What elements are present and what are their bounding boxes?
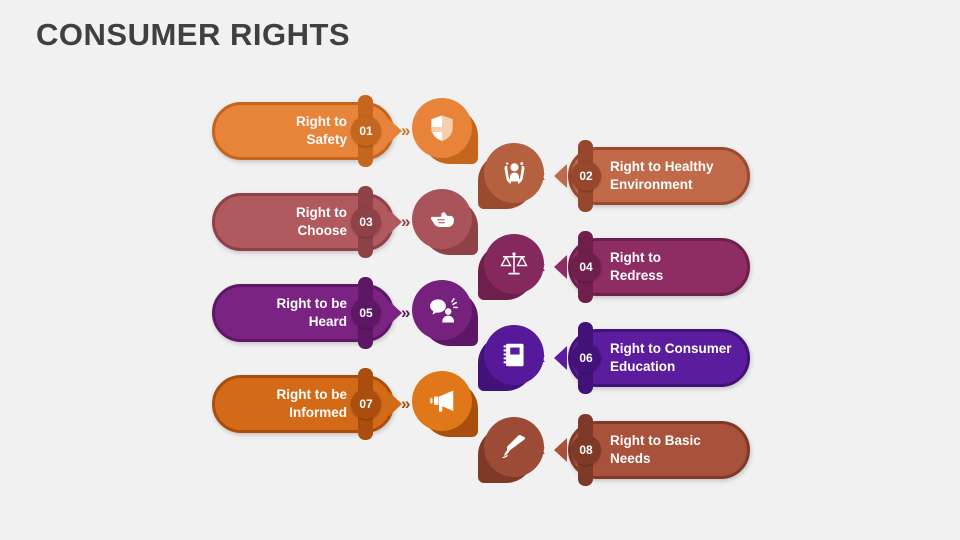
right-item-icon-disc[interactable] <box>412 280 478 346</box>
right-item-03[interactable]: Right to Choose 03 » <box>205 186 505 269</box>
pill-nub <box>554 255 567 279</box>
page-title: CONSUMER RIGHTS <box>36 17 351 52</box>
right-item-number-badge: 08 <box>571 435 601 465</box>
right-item-label: Right to be Heard <box>276 296 348 329</box>
chevron-right-icon: » <box>401 212 411 231</box>
right-item-04[interactable]: Right to Redress04« <box>478 231 778 314</box>
right-item-label: Right to Consumer Education <box>610 341 732 374</box>
chevron-right-icon: » <box>401 394 411 413</box>
slide-canvas: CONSUMER RIGHTS Right to Safety 01 » Right… <box>0 0 960 540</box>
right-item-icon-disc[interactable] <box>412 189 478 255</box>
right-item-number-badge: 05 <box>351 298 381 328</box>
speech-bubble-person-icon <box>412 280 472 340</box>
right-item-label: Right to Choose <box>296 205 347 238</box>
right-item-01[interactable]: Right to Safety 01 » <box>205 95 505 178</box>
pill-nub <box>554 346 567 370</box>
right-item-number-badge: 03 <box>351 207 381 237</box>
right-item-label: Right to Redress <box>610 250 664 283</box>
chevron-right-icon: » <box>401 121 411 140</box>
right-item-number-badge: 02 <box>571 161 601 191</box>
right-item-label: Right to Safety <box>296 114 347 147</box>
right-item-number-badge: 06 <box>571 343 601 373</box>
right-item-07[interactable]: Right to be Informed 07 » <box>205 368 505 451</box>
right-item-icon-disc[interactable] <box>412 371 478 437</box>
right-item-label: Right to Healthy Environment <box>610 159 714 192</box>
right-item-number-badge: 01 <box>351 116 381 146</box>
megaphone-icon <box>412 371 472 431</box>
right-item-label: Right to Basic Needs <box>610 433 701 466</box>
shield-icon <box>412 98 472 158</box>
chevron-right-icon: » <box>401 303 411 322</box>
right-item-number-badge: 04 <box>571 252 601 282</box>
right-item-icon-disc[interactable] <box>478 417 544 483</box>
right-item-number-badge: 07 <box>351 389 381 419</box>
right-item-08[interactable]: Right to Basic Needs08« <box>478 414 778 497</box>
right-item-02[interactable]: Right to Healthy Environment02« <box>478 140 778 223</box>
pill-nub <box>554 438 567 462</box>
pen-nib-icon <box>484 417 544 477</box>
pointing-hand-icon <box>412 189 472 249</box>
right-item-06[interactable]: Right to Consumer Education06« <box>478 322 778 405</box>
right-item-label: Right to be Informed <box>276 387 348 420</box>
pill-nub <box>554 164 567 188</box>
right-item-05[interactable]: Right to be Heard 05 » <box>205 277 505 360</box>
right-item-icon-disc[interactable] <box>412 98 478 164</box>
